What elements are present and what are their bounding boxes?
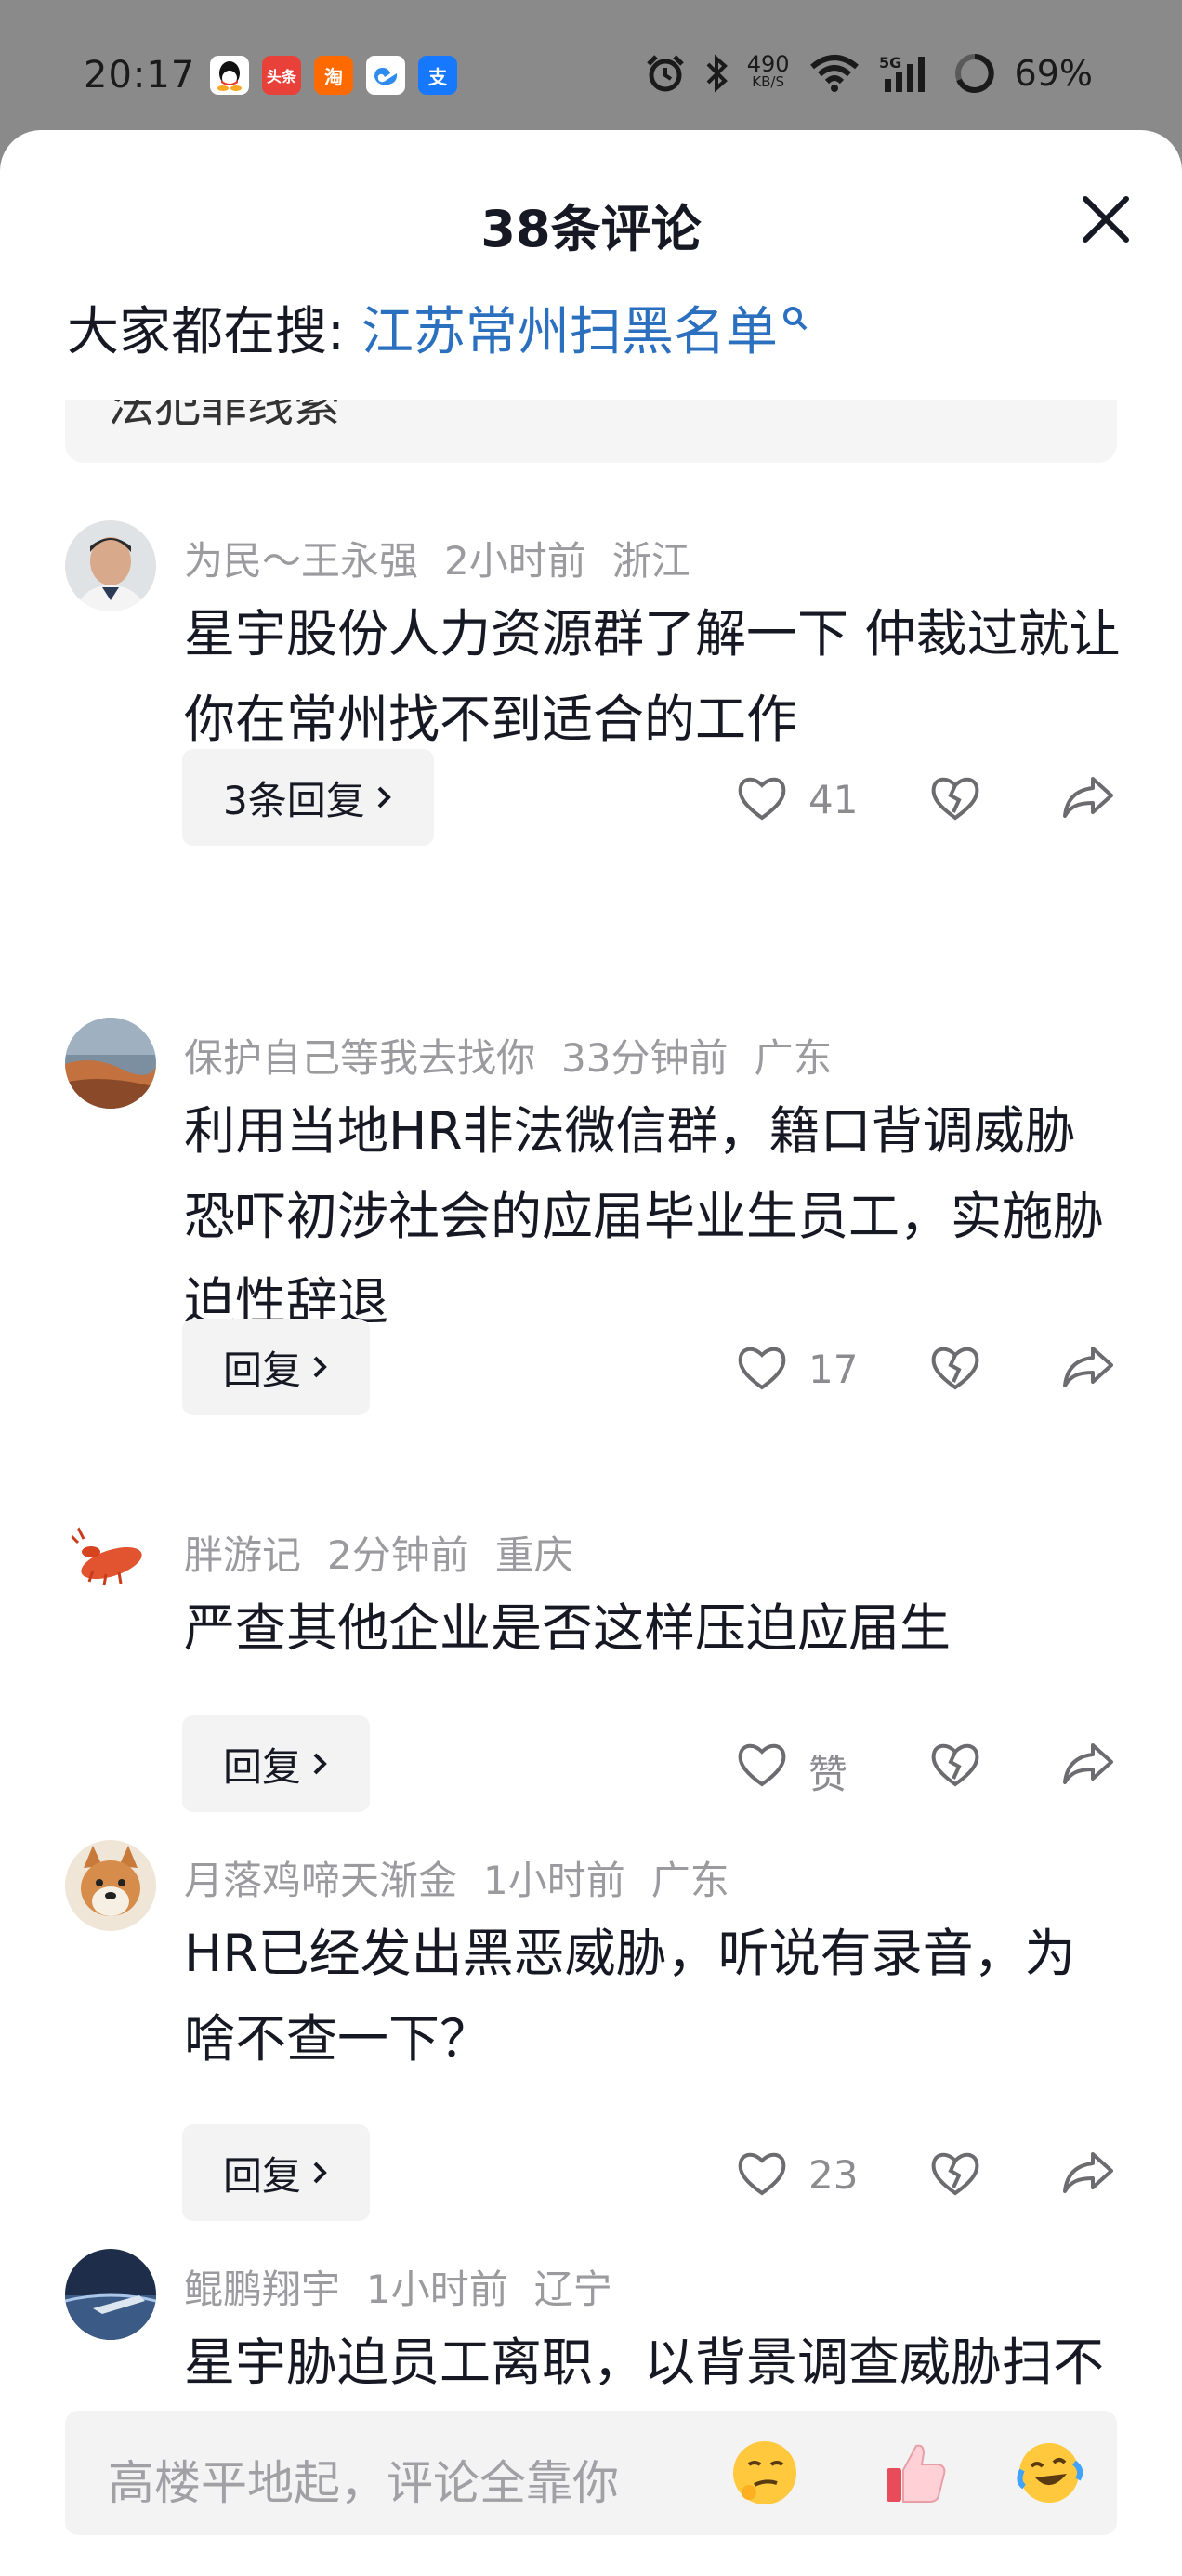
dislike-icon[interactable] — [927, 769, 983, 825]
laugh-cry-emoji-icon[interactable] — [1013, 2437, 1085, 2509]
like-count: 赞 — [808, 1752, 848, 1797]
comment-input-placeholder[interactable]: 高楼平地起，评论全靠你 — [108, 2446, 619, 2513]
previous-card-snippet: 法犯罪线索 — [65, 400, 1117, 463]
previous-card-text: 法犯罪线索 — [108, 400, 340, 432]
comment-meta: 鲲鹏翔宇 1小时前 辽宁 — [184, 2258, 638, 2315]
comment-location: 辽宁 — [533, 2267, 612, 2312]
dislike-icon[interactable] — [927, 1736, 983, 1792]
comment-actions: 41 — [0, 749, 1182, 846]
comment-username[interactable]: 为民～王永强 — [184, 538, 418, 584]
share-icon[interactable] — [1059, 1339, 1117, 1395]
battery-ring-icon — [954, 54, 994, 93]
share-icon[interactable] — [1059, 769, 1117, 825]
trending-search[interactable]: 大家都在搜: 江苏常州扫黑名单 — [67, 290, 809, 365]
avatar[interactable] — [65, 1018, 156, 1109]
status-right: 490 KB/S 5G 69% — [645, 52, 1093, 95]
wifi-icon — [809, 55, 859, 92]
comment-text: HR已经发出黑恶威胁，听说有录音，为啥不查一下？ — [184, 1924, 1076, 2069]
comment-time: 1小时前 — [483, 1858, 625, 1903]
like-count: 17 — [808, 1347, 859, 1392]
comment-input-bar[interactable]: 高楼平地起，评论全靠你 — [65, 2411, 1117, 2535]
status-time: 20:17 — [84, 54, 196, 97]
comment-actions: 赞 — [0, 1715, 1182, 1812]
comment-text: 星宇股份人力资源群了解一下 仲裁过就让你在常州找不到适合的工作 — [184, 604, 1121, 749]
comments-title: 38条评论 — [480, 200, 702, 258]
avatar[interactable] — [65, 520, 156, 611]
comment-time: 1小时前 — [366, 2267, 508, 2312]
comment-time: 2小时前 — [444, 538, 586, 584]
like-icon[interactable] — [734, 769, 790, 825]
comment-meta: 胖游记 2分钟前 重庆 — [184, 1524, 599, 1581]
smirk-emoji-icon[interactable] — [729, 2437, 801, 2509]
thumbs-up-emoji-icon[interactable] — [879, 2437, 952, 2509]
like-icon[interactable] — [734, 1736, 790, 1792]
avatar[interactable] — [65, 2249, 156, 2340]
comment-text: 严查其他企业是否这样压迫应届生 — [184, 1598, 952, 1658]
share-icon[interactable] — [1059, 2145, 1117, 2201]
comment-meta: 月落鸡啼天渐金 1小时前 广东 — [184, 1849, 755, 1906]
alipay-icon: 支 — [418, 56, 457, 95]
notification-icons: 头条 淘 支 — [210, 56, 457, 95]
comment-username[interactable]: 月落鸡啼天渐金 — [184, 1858, 457, 1903]
comment-location: 广东 — [754, 1035, 833, 1081]
share-icon[interactable] — [1059, 1736, 1117, 1792]
comment-actions: 23 — [0, 2124, 1182, 2221]
search-icon — [782, 307, 808, 331]
signal-5g-icon: 5G — [879, 54, 925, 92]
comment-username[interactable]: 鲲鹏翔宇 — [184, 2267, 340, 2312]
battery-percent: 69% — [1014, 53, 1093, 94]
taobao-icon: 淘 — [314, 56, 353, 95]
comment-location: 浙江 — [611, 538, 690, 584]
qq-icon — [210, 56, 249, 95]
comment-time: 33分钟前 — [561, 1035, 729, 1081]
dislike-icon[interactable] — [927, 2145, 983, 2201]
bluetooth-icon — [706, 54, 728, 93]
trending-search-prefix: 大家都在搜: — [67, 302, 345, 362]
svg-text:5G: 5G — [879, 54, 901, 72]
avatar[interactable] — [65, 1515, 156, 1606]
comment-actions: 17 — [0, 1319, 1182, 1415]
comment-location: 重庆 — [494, 1532, 573, 1578]
dislike-icon[interactable] — [927, 1339, 983, 1395]
comment-text: 利用当地HR非法微信群，籍口背调威胁恐吓初涉社会的应届毕业生员工，实施胁迫性辞退 — [184, 1101, 1105, 1332]
net-speed: 490 KB/S — [746, 51, 790, 90]
close-icon[interactable] — [1076, 190, 1136, 249]
like-count: 23 — [808, 2152, 859, 2198]
trending-search-term[interactable]: 江苏常州扫黑名单 — [361, 290, 778, 365]
like-count: 41 — [808, 777, 859, 822]
comment-location: 广东 — [650, 1858, 729, 1903]
comment-username[interactable]: 胖游记 — [184, 1532, 301, 1578]
alarm-icon — [646, 55, 684, 92]
comment-meta: 保护自己等我去找你 33分钟前 广东 — [184, 1027, 858, 1084]
like-icon[interactable] — [734, 1339, 790, 1395]
like-icon[interactable] — [734, 2145, 790, 2201]
comment-time: 2分钟前 — [327, 1532, 469, 1578]
toutiao-icon: 头条 — [262, 56, 301, 95]
comments-sheet: 38条评论 大家都在搜: 江苏常州扫黑名单 法犯罪线索 为民～王永强 2小时前 浙江… — [0, 130, 1182, 2576]
avatar[interactable] — [65, 1840, 156, 1931]
comment-meta: 为民～王永强 2小时前 浙江 — [184, 530, 716, 586]
comment-username[interactable]: 保护自己等我去找你 — [184, 1035, 535, 1081]
baidu-netdisk-icon — [366, 56, 405, 95]
